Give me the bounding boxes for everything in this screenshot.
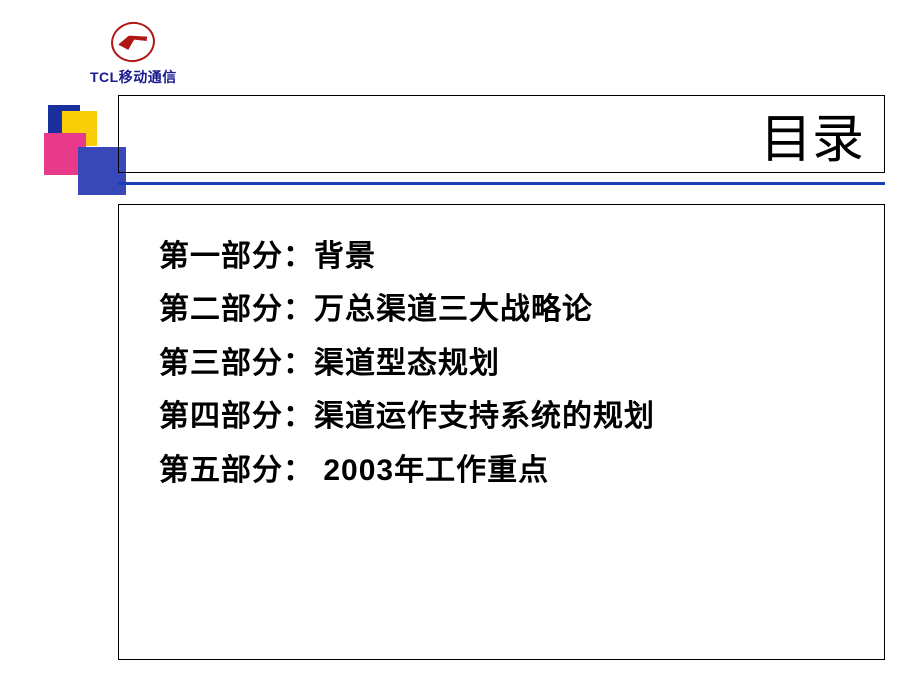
- title-underline: [118, 182, 885, 185]
- decorative-squares: [38, 105, 128, 195]
- logo-brand: TCL: [90, 69, 119, 85]
- content-container: 第一部分：背景 第二部分：万总渠道三大战略论 第三部分：渠道型态规划 第四部分：…: [118, 204, 885, 660]
- toc-item-1: 第一部分：背景: [159, 230, 844, 283]
- logo-suffix: 移动通信: [119, 69, 177, 85]
- slide-title: 目录: [760, 97, 864, 172]
- toc-item-3: 第三部分：渠道型态规划: [159, 337, 844, 390]
- title-container: 目录: [118, 95, 885, 173]
- logo-swoosh-icon: [117, 33, 149, 52]
- logo-icon: [108, 18, 158, 65]
- toc-item-4: 第四部分：渠道运作支持系统的规划: [159, 390, 844, 443]
- brand-logo: TCL移动通信: [90, 22, 177, 87]
- toc-item-5: 第五部分： 2003年工作重点: [159, 444, 844, 497]
- toc-item-2: 第二部分：万总渠道三大战略论: [159, 283, 844, 336]
- logo-text: TCL移动通信: [90, 67, 177, 87]
